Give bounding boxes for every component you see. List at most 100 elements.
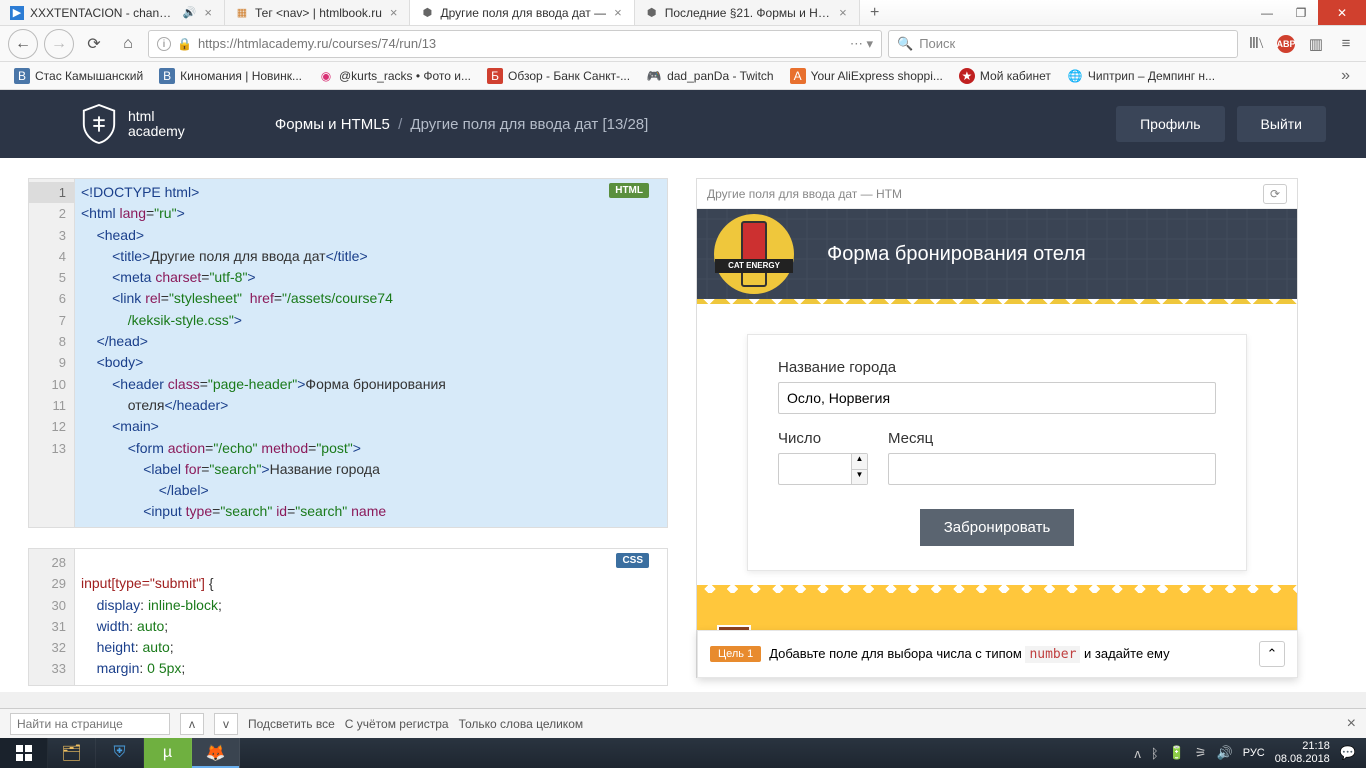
lock-icon: 🔒	[177, 37, 192, 51]
content-area: HTML 1 2 3 4 5 6 7 8 9 10 11 12 13 <!DOC…	[0, 158, 1366, 692]
month-label: Месяц	[888, 430, 1216, 447]
goal-text: Добавьте поле для выбора числа с типом n…	[769, 646, 1169, 662]
bookmark-item[interactable]: БОбзор - Банк Санкт-...	[481, 66, 636, 86]
close-window-button[interactable]: ✕	[1318, 0, 1366, 25]
browser-tab-0[interactable]: ▶ XXXTENTACION - changes 🔊 ×	[0, 0, 225, 25]
preview-frame: Другие поля для ввода дат — HTM ⟳ CAT EN…	[696, 178, 1298, 678]
booking-card: Название города Число ▲▼ Месяц	[747, 334, 1247, 571]
maximize-button[interactable]: ❐	[1284, 0, 1318, 25]
find-input[interactable]	[10, 713, 170, 735]
utorrent-icon[interactable]: µ	[144, 738, 192, 768]
sound-icon[interactable]: 🔊	[183, 6, 197, 19]
reload-icon[interactable]: ⟳	[1263, 184, 1287, 204]
browser-tab-2[interactable]: ⬢ Другие поля для ввода дат — ×	[410, 0, 634, 25]
line-gutter: 28 29 30 31 32 33 34	[29, 549, 75, 685]
explorer-icon[interactable]: 🗂	[48, 738, 96, 768]
network-icon[interactable]: ⚞	[1195, 745, 1207, 761]
code-area[interactable]: <!DOCTYPE html> <html lang="ru"> <head> …	[75, 179, 667, 527]
breadcrumb-root[interactable]: Формы и HTML5	[275, 116, 390, 133]
bookmark-item[interactable]: 🌐Чиптрип – Демпинг н...	[1061, 66, 1221, 86]
adblock-icon[interactable]: ABP	[1274, 32, 1298, 56]
step-up-icon[interactable]: ▲	[851, 454, 867, 470]
minimize-button[interactable]: —	[1250, 0, 1284, 25]
number-input[interactable]: ▲▼	[778, 453, 868, 485]
battery-icon[interactable]: 🔋	[1169, 745, 1185, 761]
shield-icon	[80, 103, 118, 145]
bluetooth-icon[interactable]: ᛒ	[1151, 746, 1159, 761]
tray-chevron-icon[interactable]: ʌ	[1134, 746, 1141, 761]
preview-url-bar: Другие поля для ввода дат — HTM ⟳	[697, 179, 1297, 209]
search-placeholder: Поиск	[919, 36, 955, 51]
code-area[interactable]: input[type="submit"] { display: inline-b…	[75, 549, 667, 685]
browser-tab-1[interactable]: ▦ Тег <nav> | htmlbook.ru ×	[225, 0, 410, 25]
reload-button[interactable]: ⟳	[80, 30, 108, 58]
start-button[interactable]	[0, 738, 48, 768]
city-input[interactable]	[778, 382, 1216, 414]
goal-strip: Цель 1 Добавьте поле для выбора числа с …	[697, 630, 1298, 678]
preview-header: CAT ENERGY Форма бронирования отеля	[697, 209, 1297, 299]
profile-button[interactable]: Профиль	[1116, 106, 1224, 142]
bookmark-item[interactable]: AYour AliExpress shoppi...	[784, 66, 949, 86]
bookmarks-overflow-button[interactable]: »	[1333, 67, 1358, 85]
html-editor[interactable]: HTML 1 2 3 4 5 6 7 8 9 10 11 12 13 <!DOC…	[28, 178, 668, 528]
volume-icon[interactable]: 🔊	[1217, 745, 1233, 761]
submit-button[interactable]: Забронировать	[920, 509, 1075, 546]
play-icon: ▶	[10, 6, 24, 20]
defender-icon[interactable]: ⛨	[96, 738, 144, 768]
app-header: htmlacademy Формы и HTML5 / Другие поля …	[0, 90, 1366, 158]
bookmark-item[interactable]: 🎮dad_panDa - Twitch	[640, 66, 780, 86]
info-icon[interactable]: i	[157, 37, 171, 51]
sidebar-icon[interactable]: ▥	[1304, 32, 1328, 56]
address-bar[interactable]: i 🔒 https://htmlacademy.ru/courses/74/ru…	[148, 30, 882, 58]
notifications-icon[interactable]: 💬	[1340, 745, 1356, 761]
bookmark-item[interactable]: BСтас Камышанский	[8, 66, 149, 86]
browser-tab-3[interactable]: ⬢ Последние §21. Формы и HTM ×	[635, 0, 860, 25]
tab-label: Другие поля для ввода дат —	[440, 6, 606, 20]
cat-energy-logo: CAT ENERGY	[709, 209, 799, 299]
window-titlebar: ▶ XXXTENTACION - changes 🔊 × ▦ Тег <nav>…	[0, 0, 1366, 26]
editors-column: HTML 1 2 3 4 5 6 7 8 9 10 11 12 13 <!DOC…	[0, 158, 668, 692]
search-bar[interactable]: 🔍 Поиск	[888, 30, 1238, 58]
back-button[interactable]: ←	[8, 29, 38, 59]
step-down-icon[interactable]: ▼	[851, 470, 867, 485]
exit-button[interactable]: Выйти	[1237, 106, 1326, 142]
breadcrumb: Формы и HTML5 / Другие поля для ввода да…	[275, 116, 649, 133]
new-tab-button[interactable]: +	[860, 0, 890, 25]
bookmark-item[interactable]: BКиномания | Новинк...	[153, 66, 308, 86]
logo[interactable]: htmlacademy	[80, 103, 185, 145]
close-icon[interactable]: ×	[202, 5, 214, 20]
favicon-icon: ⬢	[420, 6, 434, 20]
whole-words-option[interactable]: Только слова целиком	[459, 717, 584, 731]
bookmarks-bar: BСтас Камышанский BКиномания | Новинк...…	[0, 62, 1366, 90]
preview-title: Форма бронирования отеля	[827, 243, 1086, 266]
taskbar: 🗂 ⛨ µ 🦊 ʌ ᛒ 🔋 ⚞ 🔊 РУС 21:1808.08.2018 💬	[0, 738, 1366, 768]
library-icon[interactable]: Ⅲ\	[1244, 32, 1268, 56]
chevron-up-icon[interactable]: ⌃	[1259, 641, 1285, 667]
tab-label: Последние §21. Формы и HTM	[665, 6, 831, 20]
clock[interactable]: 21:1808.08.2018	[1275, 740, 1330, 765]
language-indicator[interactable]: РУС	[1243, 747, 1265, 759]
close-icon[interactable]: ×	[612, 5, 624, 20]
browser-tabs: ▶ XXXTENTACION - changes 🔊 × ▦ Тег <nav>…	[0, 0, 1250, 25]
home-button[interactable]: ⌂	[114, 30, 142, 58]
find-next-button[interactable]: v	[214, 713, 238, 735]
forward-button[interactable]: →	[44, 29, 74, 59]
highlight-all-option[interactable]: Подсветить все	[248, 717, 335, 731]
close-icon[interactable]: ×	[837, 5, 849, 20]
find-prev-button[interactable]: ʌ	[180, 713, 204, 735]
dropdown-icon[interactable]: ⋯ ▾	[850, 36, 873, 52]
close-icon[interactable]: ×	[388, 5, 400, 20]
firefox-icon[interactable]: 🦊	[192, 738, 240, 768]
preview-column: Другие поля для ввода дат — HTM ⟳ CAT EN…	[668, 158, 1366, 692]
breadcrumb-current: Другие поля для ввода дат [13/28]	[410, 116, 648, 133]
favicon-icon: ⬢	[645, 6, 659, 20]
css-editor[interactable]: CSS 28 29 30 31 32 33 34 input[type="sub…	[28, 548, 668, 686]
favicon-icon: ▦	[235, 6, 249, 20]
close-icon[interactable]: ×	[1347, 715, 1356, 733]
bookmark-item[interactable]: ★Мой кабинет	[953, 66, 1057, 86]
month-input[interactable]	[888, 453, 1216, 485]
menu-icon[interactable]: ≡	[1334, 32, 1358, 56]
match-case-option[interactable]: С учётом регистра	[345, 717, 449, 731]
bookmark-item[interactable]: ◉@kurts_racks • Фото и...	[312, 66, 477, 86]
logo-text: htmlacademy	[128, 109, 185, 140]
